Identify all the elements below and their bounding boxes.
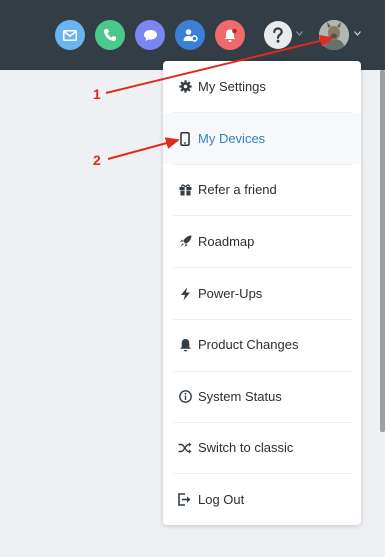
menu-item-label: My Devices [198, 131, 266, 146]
menu-item-power-ups[interactable]: Power-Ups [163, 268, 361, 319]
chevron-down-icon[interactable] [354, 31, 361, 36]
top-bar [0, 0, 385, 70]
phone-icon[interactable] [95, 20, 125, 50]
menu-item-switch-to-classic[interactable]: Switch to classic [163, 422, 361, 473]
bolt-icon [178, 287, 192, 301]
chat-icon[interactable] [135, 20, 165, 50]
menu-item-system-status[interactable]: System Status [163, 371, 361, 422]
mail-icon[interactable] [55, 20, 85, 50]
avatar[interactable] [319, 20, 349, 50]
info-icon [178, 390, 192, 404]
annotation-step-1: 1 [93, 86, 101, 102]
bell-icon [178, 338, 192, 352]
scrollbar[interactable] [380, 70, 385, 432]
menu-item-label: My Settings [198, 79, 266, 94]
menu-item-label: System Status [198, 389, 282, 404]
chevron-down-icon[interactable] [296, 31, 303, 36]
menu-item-label: Power-Ups [198, 286, 263, 301]
menu-item-roadmap[interactable]: Roadmap [163, 216, 361, 267]
mobile-icon [178, 131, 192, 146]
menu-item-product-changes[interactable]: Product Changes [163, 319, 361, 370]
user-settings-icon[interactable] [175, 20, 205, 50]
logout-icon [178, 493, 192, 507]
menu-item-label: Product Changes [198, 337, 299, 352]
notification-icon[interactable] [215, 20, 245, 50]
annotation-step-2: 2 [93, 152, 101, 168]
help-icon[interactable] [264, 21, 292, 49]
gift-icon [178, 183, 192, 197]
rocket-icon [178, 235, 192, 249]
gear-icon [178, 80, 192, 94]
menu-item-label: Switch to classic [198, 440, 294, 455]
profile-dropdown-menu: My Settings My Devices Refer a friend Ro… [163, 61, 361, 525]
menu-item-label: Log Out [198, 492, 245, 507]
menu-item-my-settings[interactable]: My Settings [163, 61, 361, 112]
menu-item-label: Refer a friend [198, 182, 277, 197]
menu-item-refer-a-friend[interactable]: Refer a friend [163, 164, 361, 215]
shuffle-icon [178, 441, 192, 455]
menu-item-log-out[interactable]: Log Out [163, 474, 361, 525]
menu-item-label: Roadmap [198, 234, 255, 249]
menu-item-my-devices[interactable]: My Devices [163, 113, 361, 164]
